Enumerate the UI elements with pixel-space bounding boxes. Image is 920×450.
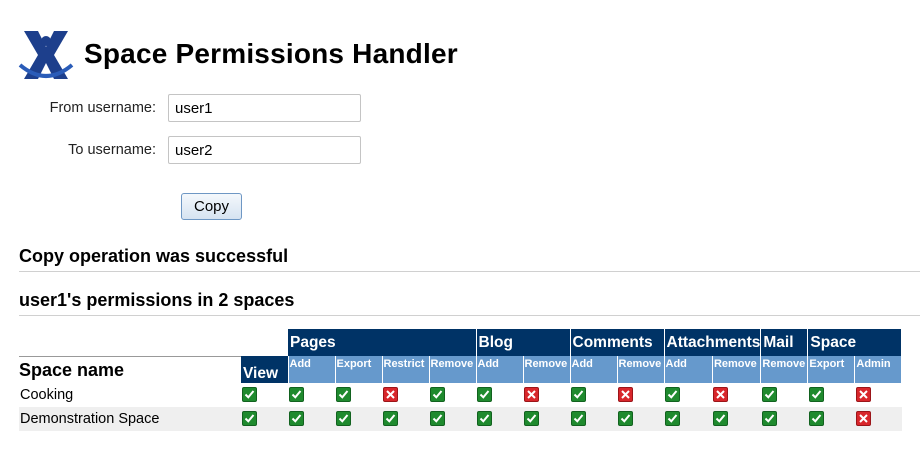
- permission-cell: [570, 407, 617, 431]
- check-icon: [571, 387, 586, 403]
- check-icon: [665, 411, 680, 427]
- check-icon: [808, 411, 824, 427]
- cross-icon: [618, 387, 633, 403]
- permissions-heading: user1's permissions in 2 spaces: [19, 290, 920, 316]
- space-name-cell: Demonstration Space: [19, 407, 241, 431]
- cross-icon: [855, 387, 871, 403]
- permission-subheader-row: Space name View Add Export Restrict Remove A…: [19, 355, 903, 383]
- check-icon: [430, 411, 445, 427]
- permission-cell: [476, 407, 523, 431]
- permission-subheader: Export: [335, 356, 383, 383]
- permission-cell: [382, 407, 429, 431]
- permission-group-header: Blog: [476, 329, 571, 356]
- check-icon: [383, 411, 398, 427]
- permission-group-header: Pages: [288, 329, 477, 356]
- permission-cell: [617, 407, 664, 431]
- to-username-row: To username:: [18, 136, 361, 164]
- permission-cell: [476, 383, 523, 407]
- success-message: Copy operation was successful: [19, 246, 920, 272]
- check-icon: [242, 387, 257, 403]
- blank-header: [241, 329, 288, 356]
- permission-cell: [807, 407, 855, 431]
- permission-cell: [523, 407, 570, 431]
- permission-cell: [570, 383, 617, 407]
- space-name-cell: Cooking: [20, 387, 74, 403]
- permission-subheader: Remove: [617, 356, 665, 383]
- permission-group-header: Comments: [570, 329, 665, 356]
- check-icon: [430, 387, 445, 403]
- app-header: Space Permissions Handler: [18, 24, 458, 84]
- check-icon: [477, 387, 492, 403]
- permission-group-header-row: Pages Blog Comments Attachments Mail Space: [19, 329, 903, 356]
- table-row: Cooking: [19, 383, 902, 407]
- permission-cell: [712, 383, 760, 407]
- permission-cell: [429, 407, 476, 431]
- check-icon: [571, 411, 586, 427]
- permission-cell: [808, 383, 855, 407]
- check-icon: [524, 411, 539, 427]
- check-icon: [289, 387, 304, 403]
- check-icon: [242, 411, 257, 427]
- permission-subheader: Remove: [760, 356, 809, 383]
- check-icon: [289, 411, 304, 427]
- permission-cell: [335, 383, 382, 407]
- permission-cell: [241, 383, 288, 407]
- check-icon: [336, 411, 351, 427]
- table-row: Demonstration Space: [19, 407, 902, 431]
- permission-cell: [288, 383, 335, 407]
- check-icon: [618, 411, 633, 427]
- copy-button[interactable]: Copy: [181, 193, 242, 220]
- permission-subheader: Add: [476, 356, 524, 383]
- check-icon: [808, 387, 824, 403]
- permission-cell: [761, 383, 808, 407]
- permission-subheader: Export: [807, 356, 856, 383]
- permission-subheader: Admin: [854, 356, 903, 383]
- space-name-header: Space name: [19, 355, 241, 383]
- page-title: Space Permissions Handler: [84, 38, 458, 69]
- cross-icon: [524, 387, 539, 403]
- to-username-input[interactable]: [168, 136, 361, 164]
- check-icon: [336, 387, 351, 403]
- permission-cell: [855, 383, 902, 407]
- check-icon: [477, 411, 492, 427]
- permissions-table: Pages Blog Comments Attachments Mail Space Sp…: [19, 329, 903, 431]
- check-icon: [713, 411, 729, 427]
- from-username-input[interactable]: [168, 94, 361, 122]
- permission-cell: [854, 407, 902, 431]
- permission-cell: [382, 383, 429, 407]
- permission-group-header: Attachments: [664, 329, 762, 356]
- view-header: View: [241, 356, 289, 383]
- permission-cell: [712, 407, 761, 431]
- cross-icon: [713, 387, 729, 403]
- permission-cell: [241, 407, 288, 431]
- permission-cell: [523, 383, 570, 407]
- from-username-row: From username:: [18, 94, 361, 122]
- check-icon: [665, 387, 680, 403]
- from-username-label: From username:: [49, 100, 156, 116]
- permission-subheader: Remove: [523, 356, 571, 383]
- blank-header: [19, 329, 241, 356]
- confluence-x-logo-icon: [18, 31, 74, 79]
- cross-icon: [383, 387, 398, 403]
- to-username-label: To username:: [68, 142, 156, 158]
- permission-subheader: Add: [570, 356, 618, 383]
- permission-cell: [617, 383, 664, 407]
- permission-group-header: Mail: [760, 329, 809, 356]
- check-icon: [761, 387, 777, 403]
- permission-subheader: Restrict: [382, 356, 430, 383]
- permission-cell: [664, 383, 712, 407]
- check-icon: [761, 411, 777, 427]
- permission-subheader: Add: [664, 356, 713, 383]
- cross-icon: [855, 411, 871, 427]
- permission-subheader: Add: [288, 356, 336, 383]
- permission-cell: [335, 407, 382, 431]
- permission-cell: [429, 383, 476, 407]
- permission-cell: [664, 407, 713, 431]
- permission-subheader: Remove: [429, 356, 477, 383]
- permission-cell: [288, 407, 335, 431]
- permission-subheader: Remove: [712, 356, 762, 383]
- permission-cell: [760, 407, 808, 431]
- permission-group-header: Space: [807, 329, 903, 356]
